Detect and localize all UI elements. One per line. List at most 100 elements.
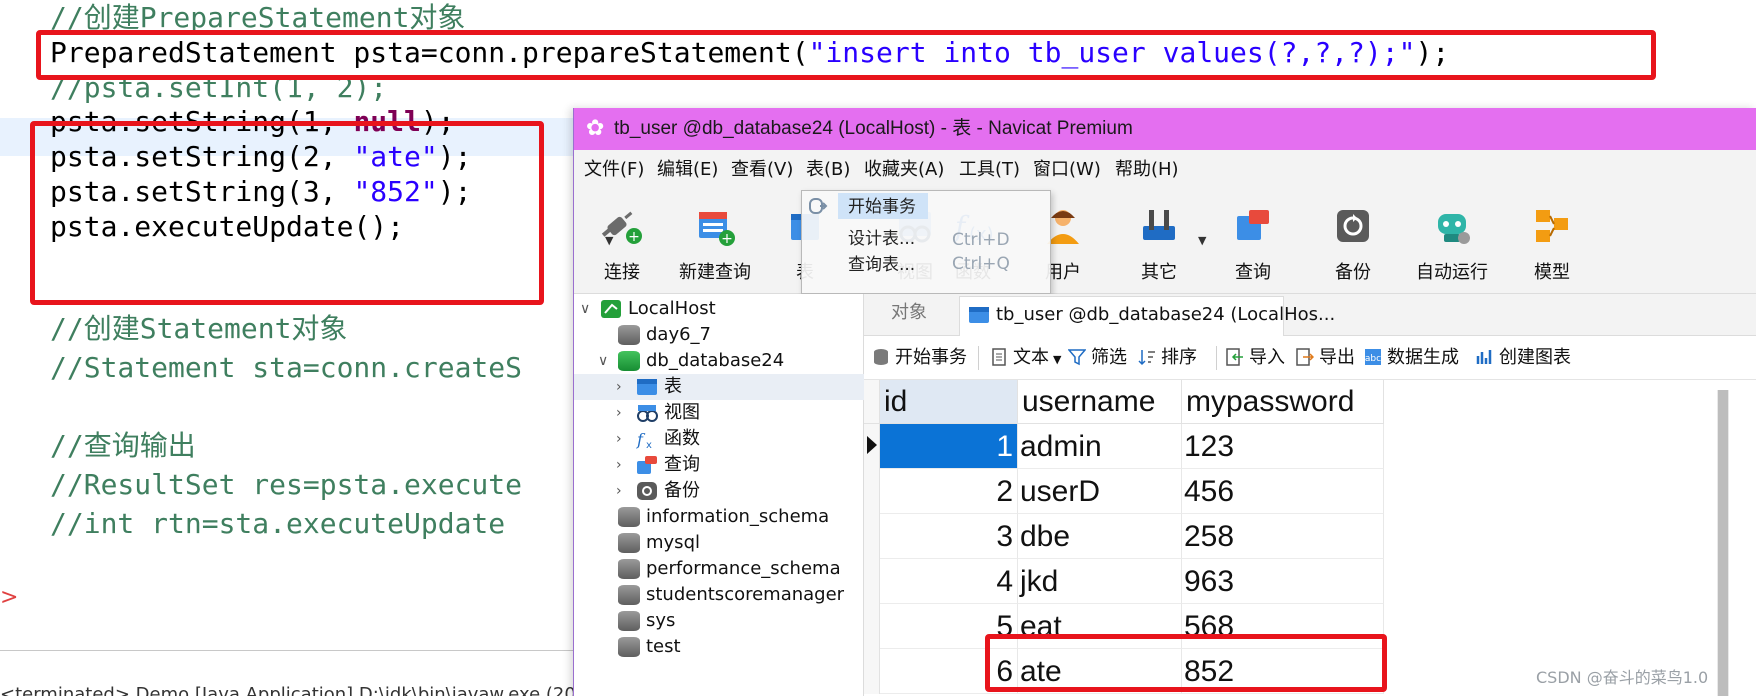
expand-arrow-icon[interactable]: › (616, 374, 622, 400)
backup-icon (637, 482, 657, 500)
shortcut-query-table: Ctrl+Q (952, 254, 1010, 274)
cell-username[interactable]: dbe (1018, 514, 1182, 559)
export-icon (1296, 348, 1314, 366)
expand-arrow-icon[interactable]: › (616, 452, 622, 478)
model-icon (1536, 210, 1568, 242)
toolbar-model-button[interactable]: 模型 (1507, 190, 1597, 294)
tree-item-studentscoremanager[interactable]: studentscoremanager (574, 582, 864, 608)
row-selector-4[interactable] (864, 559, 880, 604)
create-chart-button[interactable]: 创建图表 (1476, 336, 1571, 380)
tree-item-mysql[interactable]: mysql (574, 530, 864, 556)
cell-mypassword[interactable]: 258 (1182, 514, 1384, 559)
cell-id[interactable]: 3 (880, 514, 1018, 559)
tree-item-queries[interactable]: › 查询 (574, 452, 864, 478)
cell-id[interactable]: 2 (880, 469, 1018, 514)
tree-item-functions[interactable]: › f x 函数 (574, 426, 864, 452)
row-selector-2[interactable] (864, 469, 880, 514)
other-dropdown-caret-icon[interactable]: ▼ (1198, 234, 1206, 247)
menu-view[interactable]: 查看(V) (731, 150, 793, 190)
code-line-10: //Statement sta=conn.createS (50, 351, 523, 384)
tree-item-information-schema[interactable]: information_schema (574, 504, 864, 530)
tree-item-sys[interactable]: sys (574, 608, 864, 634)
expand-arrow-icon[interactable]: › (616, 426, 622, 452)
row-selector-1[interactable] (864, 424, 880, 469)
cell-mypassword[interactable]: 963 (1182, 559, 1384, 604)
toolbar-other-button[interactable]: 其它 (1114, 190, 1204, 294)
toolbar-backup-button[interactable]: 备份 (1308, 190, 1398, 294)
annotation-box-prepare (36, 30, 1656, 80)
shortcut-design-table: Ctrl+D (952, 230, 1010, 250)
collapse-arrow-icon[interactable]: ∨ (580, 296, 590, 322)
row-selector-6[interactable] (864, 649, 880, 694)
tree-item-views[interactable]: › 视图 (574, 400, 864, 426)
tree-item-test[interactable]: test (574, 634, 864, 660)
menu-file[interactable]: 文件(F) (584, 150, 644, 190)
row-selector-3[interactable] (864, 514, 880, 559)
title-bar[interactable]: ✿ tb_user @db_database24 (LocalHost) - 表… (574, 108, 1756, 150)
menu-help[interactable]: 帮助(H) (1115, 150, 1179, 190)
annotation-box-setstring (30, 121, 544, 305)
tree-item-label: day6_7 (646, 324, 712, 345)
expand-arrow-icon[interactable]: › (616, 478, 622, 504)
expand-arrow-icon[interactable]: › (616, 400, 622, 426)
cell-username[interactable]: admin (1018, 424, 1182, 469)
menu-table[interactable]: 表(B) (806, 150, 850, 190)
svg-text:+: + (721, 231, 733, 247)
cell-mypassword[interactable]: 456 (1182, 469, 1384, 514)
toolbar-automation-button[interactable]: 自动运行 (1407, 190, 1497, 294)
tree-item-day6-7[interactable]: day6_7 (574, 322, 864, 348)
row-selector-5[interactable] (864, 604, 880, 649)
cell-mypassword[interactable]: 123 (1182, 424, 1384, 469)
data-generation-button[interactable]: abc 数据生成 (1364, 336, 1459, 380)
toolbar-new-query-button[interactable]: + 新建查询 (670, 190, 760, 294)
table-icon (637, 379, 657, 395)
button-label: 筛选 (1091, 347, 1127, 368)
database-icon (618, 585, 640, 605)
text-view-button[interactable]: 文本 ▼ (990, 336, 1061, 380)
function-icon: f x (636, 430, 652, 449)
filter-button[interactable]: 筛选 (1068, 336, 1127, 380)
menu-window[interactable]: 窗口(W) (1033, 150, 1101, 190)
button-label: 排序 (1161, 347, 1197, 368)
menu-tools[interactable]: 工具(T) (959, 150, 1020, 190)
query-icon (1237, 210, 1269, 240)
tab-tb-user[interactable]: tb_user @db_database24 (LocalHos... (959, 296, 1335, 336)
dropdown-item-query-table[interactable]: 查询表... (848, 253, 915, 277)
dropdown-item-design-table[interactable]: 设计表... (848, 227, 915, 251)
collapse-arrow-icon[interactable]: ∨ (598, 348, 608, 374)
tree-item-db-database24[interactable]: ∨ db_database24 (574, 348, 864, 374)
connect-dropdown-caret-icon[interactable]: ▼ (605, 234, 613, 247)
export-button[interactable]: 导出 (1296, 336, 1355, 380)
begin-transaction-button[interactable]: 开始事务 (872, 336, 967, 380)
tree-item-localhost[interactable]: ∨ LocalHost (574, 296, 864, 322)
tree-item-label: sys (646, 610, 676, 631)
tree-item-tables[interactable]: › 表 (574, 374, 864, 400)
cell-id[interactable]: 4 (880, 559, 1018, 604)
robot-icon (1438, 214, 1470, 244)
cell-username[interactable]: jkd (1018, 559, 1182, 604)
tree-item-label: studentscoremanager (646, 584, 845, 605)
menu-edit[interactable]: 编辑(E) (657, 150, 718, 190)
menu-favorites[interactable]: 收藏夹(A) (864, 150, 944, 190)
tree-item-backups[interactable]: › 备份 (574, 478, 864, 504)
tree-item-label: 查询 (664, 454, 700, 475)
toolbar-label: 查询 (1235, 262, 1271, 283)
sort-button[interactable]: 排序 (1138, 336, 1197, 380)
grid-scrollbar-thumb[interactable] (1718, 390, 1728, 696)
button-label: 数据生成 (1387, 347, 1459, 368)
dropdown-item-begin-transaction[interactable]: 开始事务 (848, 195, 916, 219)
cell-username[interactable]: userD (1018, 469, 1182, 514)
toolbar-connect-button[interactable]: + 连接 (577, 190, 667, 294)
column-header-username[interactable]: username (1018, 380, 1182, 424)
button-label: 导入 (1249, 347, 1285, 368)
import-button[interactable]: 导入 (1226, 336, 1285, 380)
new-query-icon: + (699, 212, 735, 247)
tab-objects[interactable]: 对象 (864, 294, 954, 336)
code-line-9: //创建Statement对象 (50, 312, 348, 345)
column-header-mypassword[interactable]: mypassword (1182, 380, 1384, 424)
tree-item-performance-schema[interactable]: performance_schema (574, 556, 864, 582)
database-icon (618, 507, 640, 527)
column-header-id[interactable]: id (880, 380, 1018, 424)
toolbar-query-button[interactable]: 查询 (1208, 190, 1298, 294)
cell-id[interactable]: 1 (880, 424, 1018, 469)
